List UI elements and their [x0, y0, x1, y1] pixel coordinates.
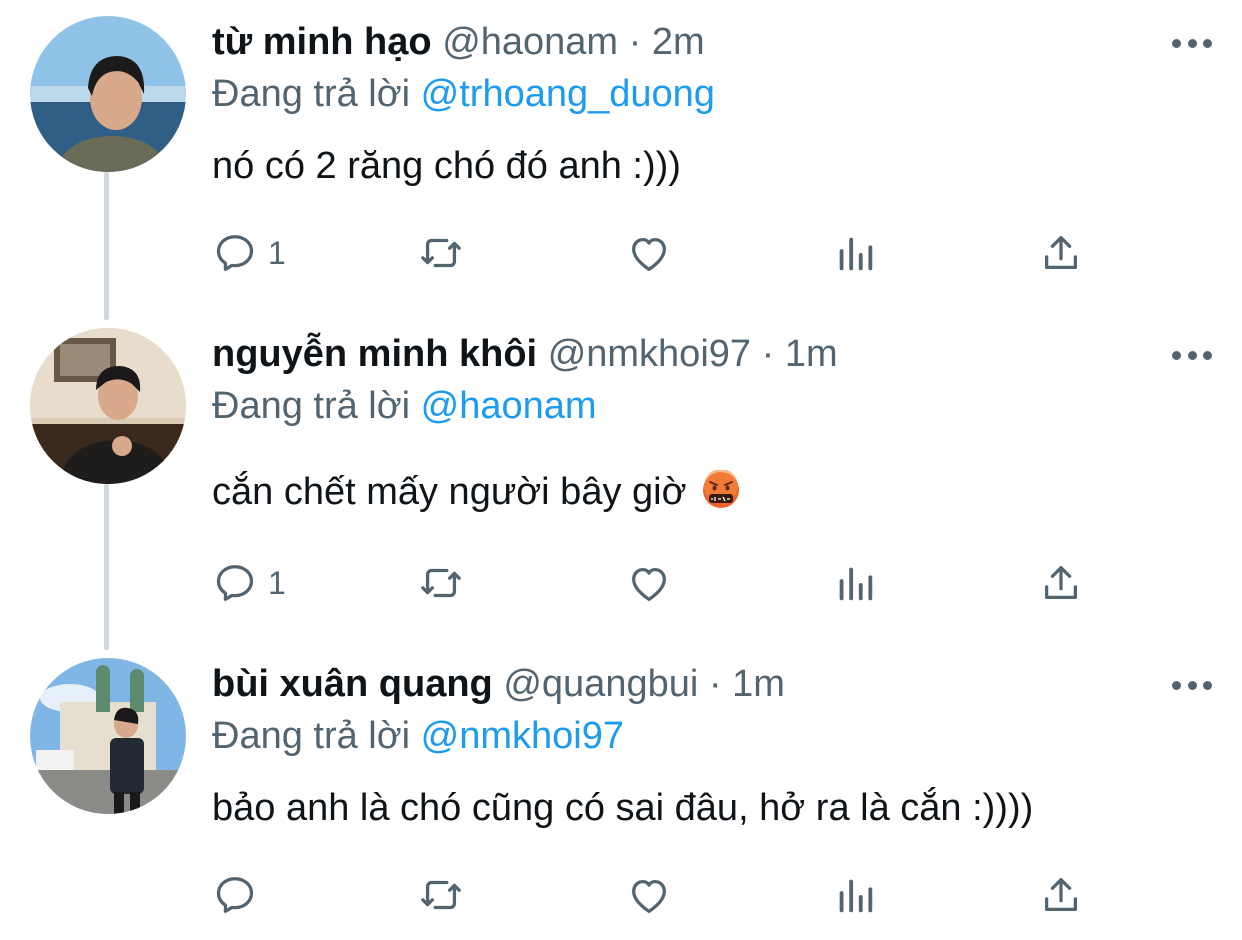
reply-icon: [216, 877, 254, 913]
replying-to: Đang trả lời @nmkhoi97: [212, 710, 624, 762]
tweet-header: nguyễn minh khôi @nmkhoi97 · 1m: [212, 328, 838, 380]
tweet-header: bùi xuân quang @quangbui · 1m: [212, 658, 785, 710]
retweet-icon: [421, 880, 461, 910]
tweet-text: nó có 2 răng chó đó anh :))): [212, 145, 681, 187]
views-icon: [839, 567, 873, 601]
timestamp[interactable]: 2m: [652, 21, 705, 63]
replying-to: Đang trả lời @trhoang_duong: [212, 68, 715, 120]
retweet-icon: [421, 238, 461, 268]
replying-to-label: Đang trả lời: [212, 385, 411, 427]
share-icon: [1044, 566, 1078, 600]
tweet[interactable]: bùi xuân quang @quangbui · 1m Đang trả l…: [0, 658, 1242, 938]
reply-button[interactable]: 1: [212, 228, 286, 278]
like-button[interactable]: [626, 228, 672, 278]
display-name[interactable]: bùi xuân quang: [212, 663, 493, 705]
avatar[interactable]: [30, 658, 186, 814]
avatar-photo: [30, 16, 186, 172]
tweet[interactable]: nguyễn minh khôi @nmkhoi97 · 1m Đang trả…: [0, 328, 1242, 638]
display-name[interactable]: từ minh hạo: [212, 21, 432, 63]
replying-to-label: Đang trả lời: [212, 73, 411, 115]
like-button[interactable]: [626, 558, 672, 608]
user-handle[interactable]: @quangbui: [503, 663, 698, 705]
tweet-text: cắn chết mấy người bây giờ: [212, 466, 741, 518]
more-options-icon[interactable]: [1172, 340, 1212, 370]
retweet-button[interactable]: [418, 228, 464, 278]
tweet-text-content: cắn chết mấy người bây giờ: [212, 471, 687, 513]
reply-button[interactable]: [212, 870, 268, 920]
user-handle[interactable]: @nmkhoi97: [548, 333, 751, 375]
share-button[interactable]: [1038, 558, 1084, 608]
share-icon: [1044, 236, 1078, 270]
avatar[interactable]: [30, 16, 186, 172]
separator-dot: ·: [761, 333, 775, 375]
replying-to-label: Đang trả lời: [212, 715, 411, 757]
share-button[interactable]: [1038, 870, 1084, 920]
retweet-button[interactable]: [418, 870, 464, 920]
share-icon: [1044, 878, 1078, 912]
like-icon: [632, 237, 666, 271]
angry-symbols-emoji-icon: [703, 470, 740, 508]
tweet-header: từ minh hạo @haonam · 2m: [212, 16, 705, 68]
views-button[interactable]: [832, 558, 878, 608]
avatar-photo: [30, 328, 186, 484]
mention-link[interactable]: @nmkhoi97: [421, 715, 624, 757]
views-button[interactable]: [832, 228, 878, 278]
avatar[interactable]: [30, 328, 186, 484]
retweet-icon: [421, 568, 461, 598]
like-button[interactable]: [626, 870, 672, 920]
reply-icon: [216, 235, 254, 271]
timestamp[interactable]: 1m: [785, 333, 838, 375]
more-options-icon[interactable]: [1172, 28, 1212, 58]
views-button[interactable]: [832, 870, 878, 920]
share-button[interactable]: [1038, 228, 1084, 278]
mention-link[interactable]: @trhoang_duong: [421, 73, 715, 115]
mention-link[interactable]: @haonam: [421, 385, 597, 427]
views-icon: [839, 237, 873, 271]
avatar-photo: [30, 658, 186, 814]
reply-count: 1: [268, 564, 286, 601]
more-options-icon[interactable]: [1172, 670, 1212, 700]
replying-to: Đang trả lời @haonam: [212, 380, 597, 432]
timestamp[interactable]: 1m: [732, 663, 785, 705]
user-handle[interactable]: @haonam: [442, 21, 618, 63]
separator-dot: ·: [708, 663, 722, 705]
tweet[interactable]: từ minh hạo @haonam · 2m Đang trả lời @t…: [0, 16, 1242, 316]
display-name[interactable]: nguyễn minh khôi: [212, 333, 537, 375]
reply-icon: [216, 565, 254, 601]
reply-button[interactable]: 1: [212, 558, 286, 608]
like-icon: [632, 879, 666, 913]
tweet-text: bảo anh là chó cũng có sai đâu, hở ra là…: [212, 787, 1034, 829]
reply-count: 1: [268, 234, 286, 271]
separator-dot: ·: [628, 21, 642, 63]
retweet-button[interactable]: [418, 558, 464, 608]
views-icon: [839, 879, 873, 913]
like-icon: [632, 567, 666, 601]
